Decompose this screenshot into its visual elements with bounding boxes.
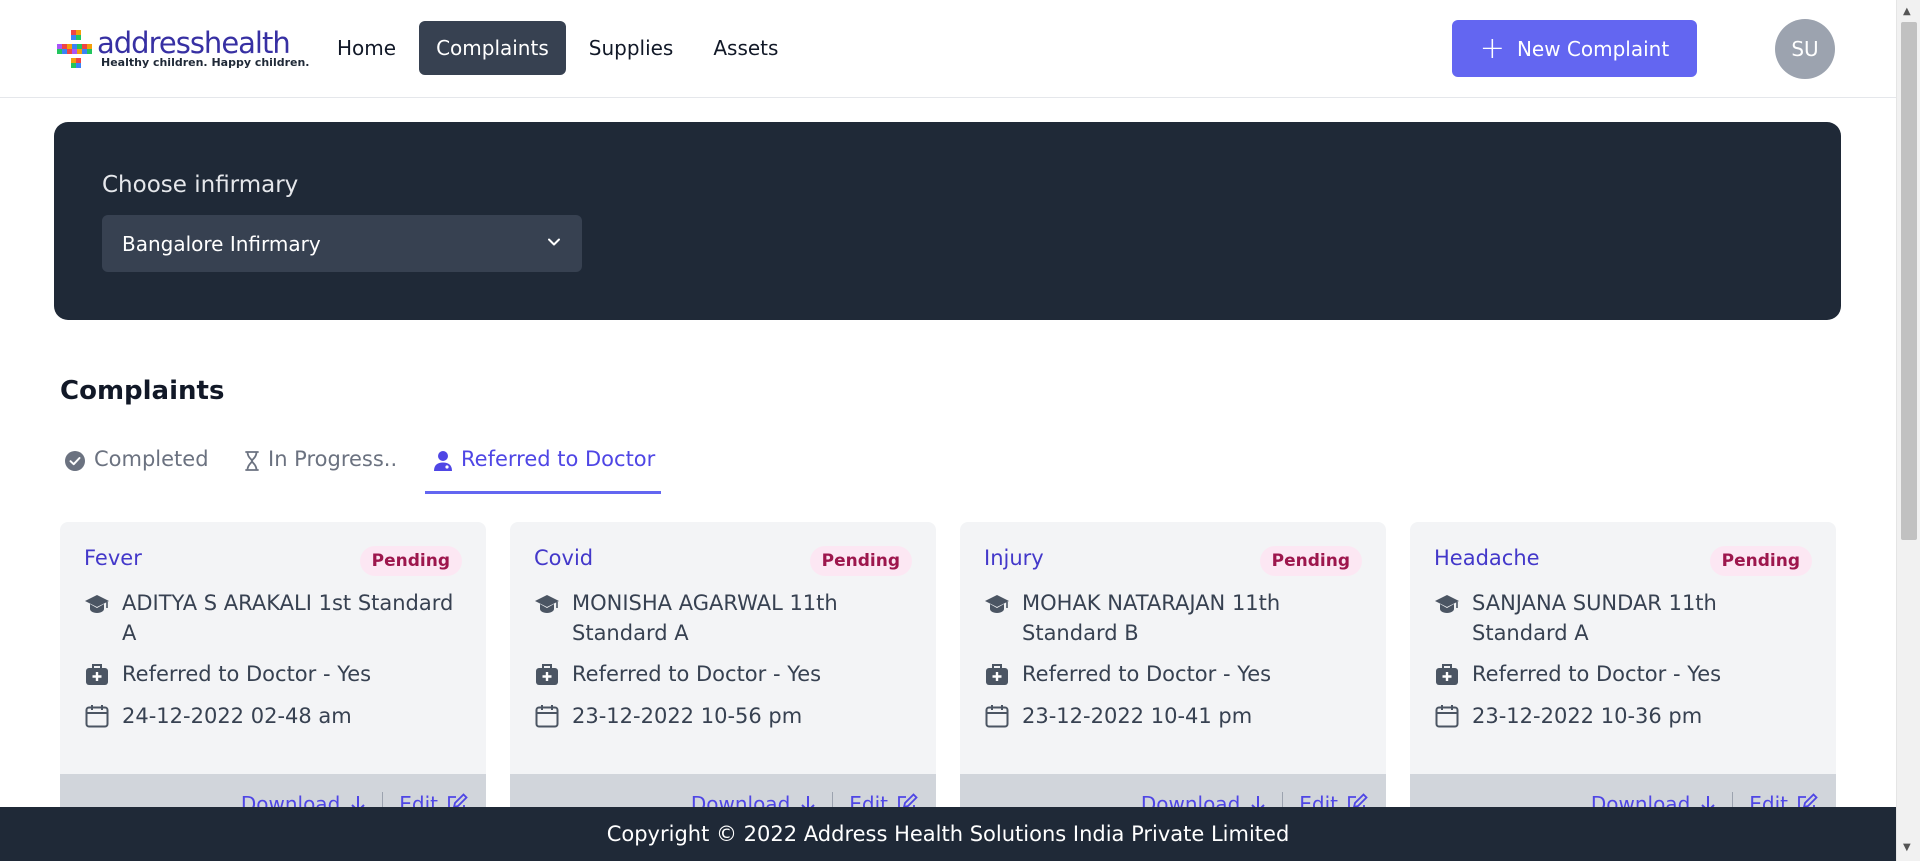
- infirmary-select[interactable]: Bangalore Infirmary: [102, 215, 582, 272]
- medical-kit-icon: [1436, 664, 1458, 685]
- infirmary-selected-value: Bangalore Infirmary: [122, 231, 321, 256]
- student-row: ADITYA S ARAKALI 1st Standard A: [84, 588, 464, 648]
- complaint-card: Fever Pending ADITYA S ARAKALI 1st Stand…: [60, 522, 486, 812]
- logo-cross-icon: [57, 30, 92, 68]
- student-info: MOHAK NATARAJAN 11th Standard B: [1022, 591, 1281, 645]
- medical-kit-icon: [536, 664, 558, 685]
- medical-kit-icon: [986, 664, 1008, 685]
- complaint-tabs: Completed In Progress.. Referred to Doct…: [60, 440, 1840, 494]
- calendar-icon: [85, 705, 109, 728]
- nav-supplies[interactable]: Supplies: [572, 21, 691, 75]
- referral-info: Referred to Doctor - Yes: [1022, 662, 1272, 686]
- status-badge: Pending: [1259, 546, 1362, 576]
- main-nav: Home Complaints Supplies Assets: [320, 21, 795, 75]
- scroll-up-icon[interactable]: ▲: [1903, 6, 1911, 17]
- date-row: 23-12-2022 10-41 pm: [984, 701, 1364, 731]
- status-badge: Pending: [359, 546, 462, 576]
- graduation-cap-icon: [535, 595, 559, 613]
- date-row: 24-12-2022 02-48 am: [84, 701, 464, 731]
- complaint-title[interactable]: Headache: [1434, 546, 1540, 570]
- logo-brand-text: addresshealth: [97, 26, 291, 60]
- nav-home[interactable]: Home: [320, 21, 413, 75]
- chevron-down-icon: [548, 238, 560, 246]
- hourglass-icon: [245, 451, 259, 471]
- complaint-card: Covid Pending MONISHA AGARWAL 11th Stand…: [510, 522, 936, 812]
- complaint-datetime: 23-12-2022 10-56 pm: [572, 704, 803, 728]
- complaint-datetime: 23-12-2022 10-41 pm: [1022, 704, 1253, 728]
- new-complaint-button[interactable]: + New Complaint: [1452, 20, 1697, 77]
- student-row: MONISHA AGARWAL 11th Standard A: [534, 588, 914, 648]
- student-row: SANJANA SUNDAR 11th Standard A: [1434, 588, 1814, 648]
- status-badge: Pending: [809, 546, 912, 576]
- graduation-cap-icon: [985, 595, 1009, 613]
- calendar-icon: [535, 705, 559, 728]
- referral-row: Referred to Doctor - Yes: [1434, 659, 1814, 689]
- complaint-card: Injury Pending MOHAK NATARAJAN 11th Stan…: [960, 522, 1386, 812]
- complaint-title[interactable]: Covid: [534, 546, 593, 570]
- tab-in-progress-label: In Progress..: [268, 447, 398, 471]
- new-complaint-label: New Complaint: [1516, 36, 1670, 61]
- vertical-scrollbar[interactable]: ▲ ▼: [1896, 0, 1920, 861]
- top-navbar: addresshealth Healthy children. Happy ch…: [0, 0, 1896, 98]
- medical-kit-icon: [86, 664, 108, 685]
- page: addresshealth Healthy children. Happy ch…: [0, 0, 1920, 861]
- nav-complaints[interactable]: Complaints: [419, 21, 566, 75]
- check-circle-icon: [65, 451, 85, 471]
- tab-completed-label: Completed: [94, 447, 209, 471]
- nav-assets[interactable]: Assets: [696, 21, 795, 75]
- referral-row: Referred to Doctor - Yes: [534, 659, 914, 689]
- scrollbar-thumb[interactable]: [1901, 22, 1917, 540]
- date-row: 23-12-2022 10-36 pm: [1434, 701, 1814, 731]
- calendar-icon: [985, 705, 1009, 728]
- date-row: 23-12-2022 10-56 pm: [534, 701, 914, 731]
- complaint-datetime: 24-12-2022 02-48 am: [122, 704, 352, 728]
- tab-in-progress[interactable]: In Progress..: [244, 440, 397, 494]
- student-info: SANJANA SUNDAR 11th Standard A: [1472, 591, 1717, 645]
- infirmary-label: Choose infirmary: [102, 172, 299, 198]
- complaint-title[interactable]: Fever: [84, 546, 142, 570]
- page-footer: Copyright © 2022 Address Health Solution…: [0, 807, 1896, 861]
- complaints-heading: Complaints: [60, 376, 225, 406]
- referral-info: Referred to Doctor - Yes: [1472, 662, 1722, 686]
- doctor-icon: [434, 451, 452, 471]
- tab-completed[interactable]: Completed: [64, 440, 209, 494]
- referral-info: Referred to Doctor - Yes: [122, 662, 372, 686]
- student-row: MOHAK NATARAJAN 11th Standard B: [984, 588, 1364, 648]
- copyright-text: Copyright © 2022 Address Health Solution…: [606, 822, 1290, 846]
- plus-icon: +: [1479, 30, 1505, 66]
- complaint-title[interactable]: Injury: [984, 546, 1044, 570]
- referral-row: Referred to Doctor - Yes: [84, 659, 464, 689]
- user-avatar[interactable]: SU: [1775, 19, 1835, 79]
- graduation-cap-icon: [85, 595, 109, 613]
- referral-info: Referred to Doctor - Yes: [572, 662, 822, 686]
- graduation-cap-icon: [1435, 595, 1459, 613]
- complaint-datetime: 23-12-2022 10-36 pm: [1472, 704, 1703, 728]
- student-info: MONISHA AGARWAL 11th Standard A: [572, 591, 838, 645]
- tab-referred-label: Referred to Doctor: [461, 447, 656, 471]
- logo[interactable]: addresshealth Healthy children. Happy ch…: [55, 26, 309, 72]
- complaint-cards: Fever Pending ADITYA S ARAKALI 1st Stand…: [60, 522, 1836, 812]
- complaint-card: Headache Pending SANJANA SUNDAR 11th Sta…: [1410, 522, 1836, 812]
- tab-referred-to-doctor[interactable]: Referred to Doctor: [425, 440, 662, 494]
- scroll-down-icon[interactable]: ▼: [1903, 842, 1911, 853]
- status-badge: Pending: [1709, 546, 1812, 576]
- logo-tagline: Healthy children. Happy children.: [101, 56, 310, 69]
- calendar-icon: [1435, 705, 1459, 728]
- student-info: ADITYA S ARAKALI 1st Standard A: [122, 591, 454, 645]
- infirmary-panel: Choose infirmary Bangalore Infirmary: [54, 122, 1841, 320]
- referral-row: Referred to Doctor - Yes: [984, 659, 1364, 689]
